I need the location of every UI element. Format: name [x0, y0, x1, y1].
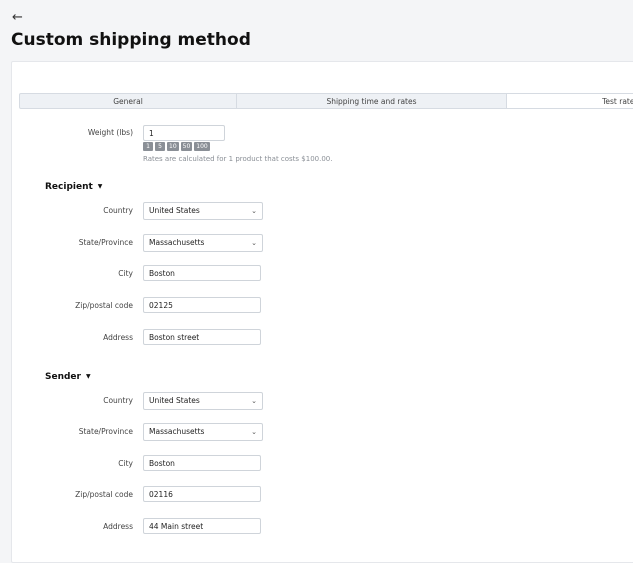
sender-state-select[interactable]: Massachusetts ⌄: [143, 423, 263, 441]
weight-chip-10[interactable]: 10: [167, 142, 179, 151]
weight-quick-values: 1 5 10 50 100: [143, 142, 210, 151]
chevron-down-icon: ⌄: [251, 428, 257, 436]
weight-chip-5[interactable]: 5: [155, 142, 165, 151]
sender-city-input[interactable]: [143, 455, 261, 471]
recipient-state-value: Massachusetts: [149, 238, 205, 247]
recipient-title: Recipient: [45, 182, 93, 192]
sender-country-label: Country: [103, 396, 133, 405]
sender-state-value: Massachusetts: [149, 427, 205, 436]
sender-country-value: United States: [149, 396, 200, 405]
weight-chip-1[interactable]: 1: [143, 142, 153, 151]
recipient-country-select[interactable]: United States ⌄: [143, 202, 263, 220]
recipient-zip-input[interactable]: [143, 297, 261, 313]
tab-general[interactable]: General: [20, 94, 237, 108]
chevron-down-icon: ⌄: [251, 397, 257, 405]
sender-address-row: Address: [0, 518, 633, 536]
sender-zip-row: Zip/postal code: [0, 486, 633, 504]
recipient-zip-row: Zip/postal code: [0, 297, 633, 315]
recipient-zip-label: Zip/postal code: [75, 301, 133, 310]
sender-city-label: City: [118, 459, 133, 468]
weight-label: Weight (lbs): [87, 128, 133, 137]
sender-country-row: Country United States ⌄: [0, 392, 633, 410]
tab-bar: General Shipping time and rates Test rat…: [19, 93, 633, 109]
recipient-city-row: City: [0, 265, 633, 283]
weight-hint: Rates are calculated for 1 product that …: [143, 155, 333, 163]
recipient-city-input[interactable]: [143, 265, 261, 281]
recipient-state-label: State/Province: [78, 238, 133, 247]
sender-section-toggle[interactable]: Sender ▼: [45, 372, 91, 382]
page-title: Custom shipping method: [11, 30, 251, 50]
recipient-country-value: United States: [149, 206, 200, 215]
back-arrow-icon[interactable]: ←: [12, 10, 23, 26]
sender-country-select[interactable]: United States ⌄: [143, 392, 263, 410]
weight-row: Weight (lbs): [0, 124, 633, 142]
recipient-address-row: Address: [0, 329, 633, 347]
chevron-down-icon: ⌄: [251, 239, 257, 247]
chevron-down-icon: ⌄: [251, 207, 257, 215]
weight-input[interactable]: [143, 125, 225, 141]
recipient-state-row: State/Province Massachusetts ⌄: [0, 234, 633, 252]
recipient-city-label: City: [118, 269, 133, 278]
sender-zip-label: Zip/postal code: [75, 490, 133, 499]
tab-test-rate[interactable]: Test rate c: [507, 94, 633, 108]
weight-chip-50[interactable]: 50: [180, 142, 193, 151]
sender-zip-input[interactable]: [143, 486, 261, 502]
recipient-state-select[interactable]: Massachusetts ⌄: [143, 234, 263, 252]
sender-state-row: State/Province Massachusetts ⌄: [0, 423, 633, 441]
sender-title: Sender: [45, 372, 81, 382]
weight-chip-100[interactable]: 100: [194, 142, 210, 151]
recipient-country-label: Country: [103, 206, 133, 215]
recipient-country-row: Country United States ⌄: [0, 202, 633, 220]
sender-address-input[interactable]: [143, 518, 261, 534]
recipient-address-input[interactable]: [143, 329, 261, 345]
caret-down-icon: ▼: [85, 373, 91, 380]
sender-city-row: City: [0, 455, 633, 473]
caret-down-icon: ▼: [97, 183, 103, 190]
tab-shipping-time-and-rates[interactable]: Shipping time and rates: [237, 94, 507, 108]
recipient-section-toggle[interactable]: Recipient ▼: [45, 182, 102, 192]
sender-address-label: Address: [103, 522, 133, 531]
recipient-address-label: Address: [103, 333, 133, 342]
sender-state-label: State/Province: [78, 427, 133, 436]
